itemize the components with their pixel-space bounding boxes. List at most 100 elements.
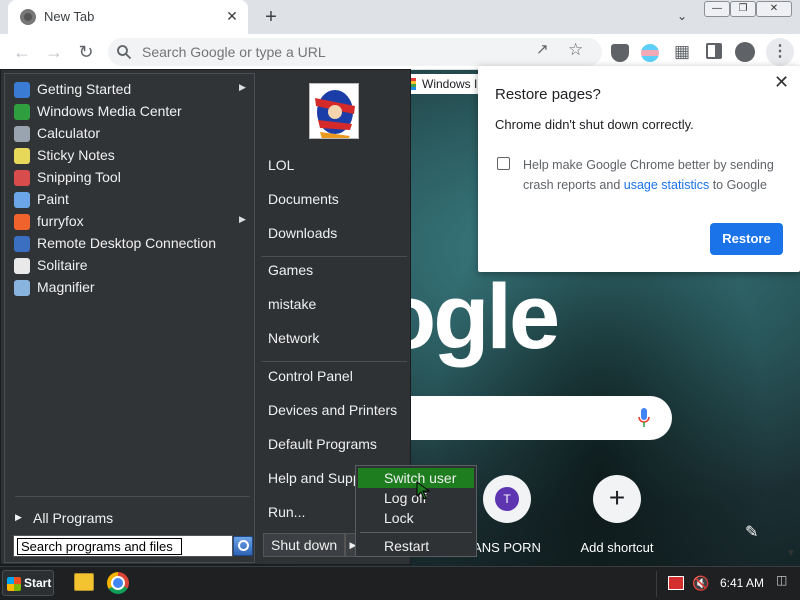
search-programs-input[interactable] — [17, 538, 182, 555]
chrome-taskbar-icon[interactable] — [107, 572, 129, 594]
tray-divider — [656, 571, 657, 597]
program-item[interactable]: Remote Desktop Connection — [11, 233, 251, 255]
all-programs-button[interactable]: ▶ All Programs — [11, 508, 251, 530]
ublock-extension-icon[interactable] — [611, 44, 629, 62]
restart-item[interactable]: Restart — [358, 536, 474, 556]
new-tab-button[interactable]: + — [258, 4, 284, 30]
forward-arrow-icon[interactable]: → — [40, 38, 68, 66]
program-item[interactable]: Solitaire — [11, 255, 251, 277]
snipping-tool-icon — [14, 170, 30, 186]
program-item[interactable]: Snipping Tool — [11, 167, 251, 189]
share-icon[interactable]: ↗ — [536, 40, 549, 58]
places-item[interactable]: Network — [263, 325, 408, 351]
all-programs-label: All Programs — [33, 510, 114, 526]
places-item[interactable]: Control Panel — [263, 363, 408, 389]
start-menu: Getting Started ▶ Windows Media Center Calc… — [0, 69, 411, 565]
separator — [261, 361, 407, 362]
programs-pane: Getting Started ▶ Windows Media Center Calc… — [4, 73, 255, 563]
dialog-close-icon[interactable]: ✕ — [774, 72, 789, 93]
window-restore-button[interactable]: ❐ — [730, 1, 756, 17]
getting-started-icon — [14, 82, 30, 98]
shut-down-button[interactable]: Shut down — [263, 533, 345, 557]
back-arrow-icon[interactable]: ← — [8, 38, 36, 66]
restore-button[interactable]: Restore — [710, 223, 783, 255]
program-label: furryfox — [37, 213, 84, 229]
tab-new-tab[interactable]: New Tab ✕ — [8, 0, 248, 34]
customize-pencil-icon[interactable]: ✎ — [745, 522, 758, 542]
places-item-label: Games — [268, 262, 314, 278]
places-item[interactable]: Documents — [263, 186, 408, 212]
window-minimize-button[interactable]: — — [704, 1, 730, 17]
bookmark-star-icon[interactable]: ☆ — [568, 40, 583, 60]
separator — [15, 496, 250, 497]
start-label: Start — [24, 576, 52, 590]
tab-search-chevron-icon[interactable]: ⌄ — [672, 6, 692, 26]
shut-down-submenu: Switch user Log off Lock Restart — [355, 465, 477, 557]
places-item[interactable]: Devices and Printers — [263, 397, 408, 423]
submenu-arrow-icon: ▶ — [239, 214, 246, 224]
address-input[interactable] — [142, 42, 522, 62]
taskbar: Start 🔇 6:41 AM ◫ — [0, 566, 800, 600]
places-item-label: Devices and Printers — [268, 402, 398, 418]
plus-icon: + — [608, 482, 626, 513]
submenu-arrow-icon: ▶ — [239, 82, 246, 92]
reload-icon[interactable]: ↻ — [72, 38, 100, 66]
program-item[interactable]: Paint — [11, 189, 251, 211]
window-close-button[interactable]: ✕ — [756, 1, 792, 17]
chrome-menu-icon[interactable]: ⋮ — [766, 38, 794, 66]
places-item-label: mistake — [268, 296, 317, 312]
show-desktop-icon[interactable]: ◫ — [776, 573, 792, 593]
program-item[interactable]: Calculator — [11, 123, 251, 145]
program-item[interactable]: Sticky Notes — [11, 145, 251, 167]
lock-item[interactable]: Lock — [358, 508, 474, 528]
user-avatar-image — [310, 84, 358, 138]
microphone-icon[interactable] — [638, 408, 650, 428]
places-item-label: Network — [268, 330, 320, 346]
dialog-message: Chrome didn't shut down correctly. — [495, 117, 694, 132]
firefox-icon — [14, 214, 30, 230]
search-icon[interactable] — [233, 536, 253, 556]
places-item-label: LOL — [268, 157, 295, 173]
tab-strip: New Tab ✕ + ⌄ — ❐ ✕ — [0, 0, 800, 34]
media-center-icon — [14, 104, 30, 120]
profile-avatar-icon[interactable] — [735, 42, 755, 62]
all-programs-arrow-icon: ▶ — [15, 512, 22, 522]
places-item[interactable]: Downloads — [263, 220, 408, 246]
places-item[interactable]: LOL — [263, 152, 408, 178]
side-panel-icon[interactable] — [706, 43, 722, 59]
tab-close-icon[interactable]: ✕ — [222, 6, 242, 26]
start-button[interactable]: Start — [2, 570, 54, 596]
omnibox[interactable] — [108, 38, 602, 66]
volume-muted-icon[interactable]: 🔇 — [692, 575, 709, 592]
separator — [360, 532, 472, 533]
partial-window-tab[interactable]: Windows I — [408, 74, 480, 94]
shortcut-label: Add shortcut — [580, 540, 654, 555]
action-center-flag-icon[interactable] — [668, 576, 684, 590]
extensions-puzzle-icon[interactable]: ▦ — [674, 42, 690, 62]
paint-icon — [14, 192, 30, 208]
places-item-label: Default Programs — [268, 436, 377, 452]
user-avatar[interactable] — [309, 83, 359, 139]
program-item[interactable]: Magnifier — [11, 277, 251, 299]
scroll-down-arrow-icon[interactable]: ▼ — [786, 548, 796, 559]
dialog-title: Restore pages? — [495, 86, 601, 103]
usage-statistics-link[interactable]: usage statistics — [624, 178, 709, 192]
crash-reports-checkbox[interactable] — [497, 157, 510, 170]
clock[interactable]: 6:41 AM — [720, 576, 764, 590]
magnifier-icon — [14, 280, 30, 296]
shut-down-label: Shut down — [271, 537, 338, 553]
add-shortcut-tile[interactable]: + Add shortcut — [562, 475, 672, 565]
solitaire-icon — [14, 258, 30, 274]
restore-pages-dialog: Restore pages? ✕ Chrome didn't shut down… — [478, 66, 800, 272]
program-item[interactable]: furryfox ▶ — [11, 211, 251, 233]
places-item[interactable]: Default Programs — [263, 431, 408, 457]
file-explorer-icon[interactable] — [74, 573, 94, 591]
calculator-icon — [14, 126, 30, 142]
places-item[interactable]: mistake — [263, 291, 408, 317]
program-item[interactable]: Getting Started ▶ — [11, 79, 251, 101]
start-search-box[interactable] — [13, 535, 233, 557]
places-item[interactable]: Games — [263, 257, 408, 283]
program-item[interactable]: Windows Media Center — [11, 101, 251, 123]
flag-extension-icon[interactable] — [641, 44, 659, 62]
program-label: Getting Started — [37, 81, 132, 97]
